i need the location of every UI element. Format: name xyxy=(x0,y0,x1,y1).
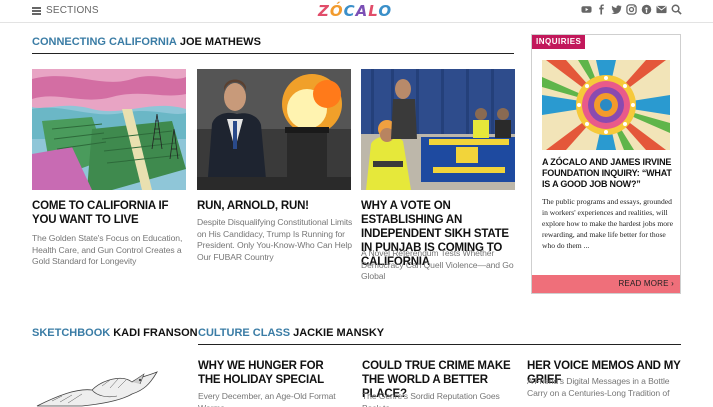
section-divider xyxy=(198,344,681,345)
culture-class-heading[interactable]: CULTURE CLASS JACKIE MANSKY xyxy=(198,327,384,339)
read-more-button[interactable]: READ MORE › xyxy=(532,275,680,293)
section-label: CONNECTING CALIFORNIA xyxy=(32,36,177,48)
inquiry-title[interactable]: A ZÓCALO AND JAMES IRVINE FOUNDATION INQ… xyxy=(542,157,672,190)
card-dek: Every December, an Age-Old Format Worms xyxy=(198,391,336,407)
email-icon[interactable] xyxy=(656,4,667,15)
card-dek: The Genre's Sordid Reputation Goes Back … xyxy=(362,391,500,407)
sketchbook-image[interactable] xyxy=(32,366,182,407)
card-image-california[interactable] xyxy=(32,69,186,190)
section-label: SKETCHBOOK xyxy=(32,327,111,339)
card-dek: Despite Disqualifying Constitutional Lim… xyxy=(197,217,353,262)
inquiry-body: The public programs and essays, grounded… xyxy=(542,197,673,250)
card-image-referendum[interactable] xyxy=(361,69,515,190)
sections-label: SECTIONS xyxy=(46,5,99,16)
instagram-icon[interactable] xyxy=(626,4,637,15)
site-logo[interactable]: ZÓCALO xyxy=(318,2,392,20)
sketchbook-heading[interactable]: SKETCHBOOK KADI FRANSON xyxy=(32,327,198,339)
chevron-right-icon: › xyxy=(671,279,674,288)
connecting-california-heading[interactable]: CONNECTING CALIFORNIA JOE MATHEWS xyxy=(32,36,261,48)
card-title[interactable]: WHY WE HUNGER FOR THE HOLIDAY SPECIAL xyxy=(198,359,348,387)
section-author: JACKIE MANSKY xyxy=(293,327,385,339)
section-label: CULTURE CLASS xyxy=(198,327,291,339)
search-icon[interactable] xyxy=(671,4,682,15)
card-dek: A Novel Referendum Tests Whether Democra… xyxy=(361,248,514,281)
sections-menu-button[interactable]: SECTIONS xyxy=(32,5,99,16)
card-title[interactable]: COME TO CALIFORNIA IF YOU WANT TO LIVE xyxy=(32,199,190,227)
card-dek: The Golden State's Focus on Education, H… xyxy=(32,233,183,266)
facebook-icon[interactable] xyxy=(596,4,607,15)
card-title[interactable]: RUN, ARNOLD, RUN! xyxy=(197,199,357,213)
section-author: KADI FRANSON xyxy=(113,327,198,339)
youtube-icon[interactable] xyxy=(581,4,592,15)
inquiries-tag[interactable]: INQUIRIES xyxy=(532,35,586,49)
twitter-icon[interactable] xyxy=(611,4,622,15)
inquiry-image[interactable] xyxy=(542,60,670,150)
top-navigation-bar: SECTIONS ZÓCALO xyxy=(0,0,713,23)
hamburger-icon xyxy=(32,6,41,15)
section-divider xyxy=(32,53,514,54)
card-image-arnold[interactable] xyxy=(197,69,351,190)
card-dek: A Friend's Digital Messages in a Bottle … xyxy=(527,376,670,398)
read-more-label: READ MORE xyxy=(618,279,669,288)
section-author: JOE MATHEWS xyxy=(179,36,261,48)
social-icons xyxy=(581,4,682,15)
podcast-icon[interactable] xyxy=(641,4,652,15)
